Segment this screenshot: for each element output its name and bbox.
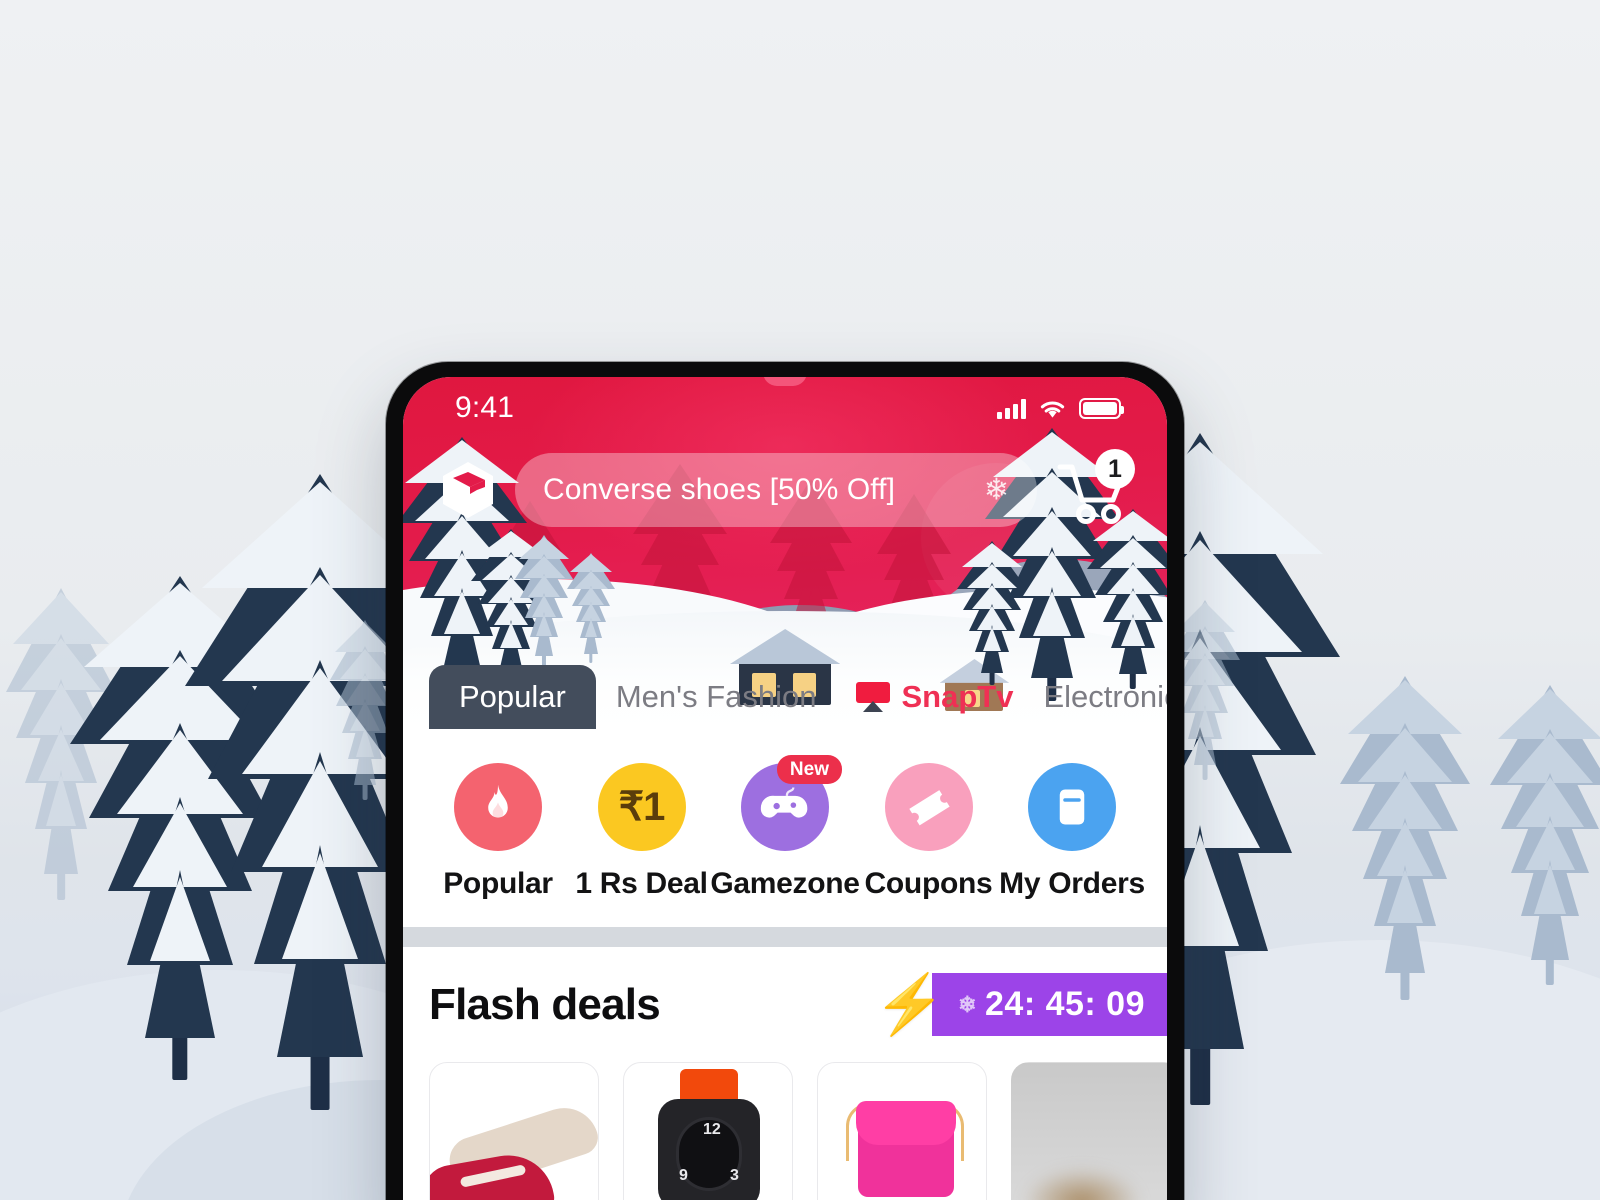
tab-snaptv[interactable]: SnapTv bbox=[836, 665, 1023, 729]
search-input[interactable]: Converse shoes [50% Off] ❄ bbox=[515, 453, 1037, 527]
tab-label: Electronics bbox=[1043, 679, 1167, 714]
product-card-sneaker[interactable] bbox=[429, 1062, 599, 1200]
tv-icon bbox=[856, 682, 891, 712]
scene-snow-pine-icon bbox=[567, 553, 615, 663]
tab-popular[interactable]: Popular bbox=[429, 665, 596, 729]
flash-deals-title: Flash deals bbox=[429, 979, 661, 1029]
pine-tree-icon bbox=[1490, 685, 1600, 985]
flame-icon bbox=[454, 763, 542, 851]
tab-mens-fashion[interactable]: Men's Fashion bbox=[596, 665, 837, 729]
category-1-rs-deal[interactable]: ₹1 1 Rs Deal bbox=[571, 763, 713, 901]
category-gamezone[interactable]: New Gamezone bbox=[710, 755, 860, 901]
category-label: Popular bbox=[443, 867, 553, 900]
phone-device-frame: 9:41 Converse shoes [50% Off] ❄ 1 Popula… bbox=[386, 362, 1184, 1200]
package-box-icon bbox=[1028, 763, 1116, 851]
section-divider bbox=[403, 927, 1167, 947]
product-card-watch[interactable]: 12 9 3 bbox=[623, 1062, 793, 1200]
status-bar: 9:41 bbox=[403, 377, 1167, 439]
tab-electronics[interactable]: Electronics bbox=[1023, 665, 1167, 729]
countdown-value: 24: 45: 09 bbox=[985, 985, 1145, 1023]
flash-deals-card-row: 12 9 3 bbox=[403, 1036, 1167, 1200]
category-label: Gamezone bbox=[710, 867, 860, 900]
snapdeal-box-logo-icon[interactable] bbox=[439, 460, 497, 520]
phone-screen: 9:41 Converse shoes [50% Off] ❄ 1 Popula… bbox=[403, 377, 1167, 1200]
flash-deals-timer-group: ⚡ ❄ 24: 45: 09 bbox=[874, 973, 1167, 1036]
pine-tree-icon bbox=[1340, 676, 1470, 1000]
lightning-bolt-icon: ⚡ bbox=[873, 971, 947, 1037]
category-label: My Orders bbox=[999, 867, 1145, 900]
new-badge: New bbox=[776, 755, 842, 784]
tab-label: Popular bbox=[459, 679, 566, 714]
ticket-icon bbox=[884, 763, 973, 851]
cart-button[interactable]: 1 bbox=[1055, 449, 1135, 527]
tab-label: Men's Fashion bbox=[615, 679, 817, 714]
scene-snow-pine-icon bbox=[515, 535, 573, 667]
category-popular[interactable]: Popular bbox=[427, 763, 569, 901]
quick-category-row: Popular ₹1 1 Rs Deal New Gamezone Coupon… bbox=[403, 729, 1167, 927]
status-time: 9:41 bbox=[455, 391, 515, 424]
flash-deals-section: Flash deals ⚡ ❄ 24: 45: 09 12 9 3 bbox=[403, 947, 1167, 1200]
cart-badge-count: 1 bbox=[1095, 449, 1135, 489]
category-coupons[interactable]: Coupons bbox=[858, 763, 1000, 901]
rupee-coin-icon: ₹1 bbox=[597, 763, 686, 851]
category-label: Coupons bbox=[864, 867, 993, 900]
tab-label: SnapTv bbox=[901, 679, 1014, 714]
category-my-orders[interactable]: My Orders bbox=[999, 763, 1145, 901]
category-tab-bar: Popular Men's Fashion SnapTv Electronics bbox=[403, 665, 1167, 729]
snowflake-icon: ❄ bbox=[983, 473, 1009, 507]
category-label: 1 Rs Deal bbox=[575, 867, 708, 900]
status-icon-group bbox=[997, 397, 1124, 419]
product-card-placeholder[interactable] bbox=[1011, 1062, 1167, 1200]
snowflake-icon: ❄ bbox=[958, 991, 977, 1017]
flash-deals-header: Flash deals ⚡ ❄ 24: 45: 09 bbox=[403, 973, 1167, 1036]
search-input-value: Converse shoes [50% Off] bbox=[543, 473, 896, 506]
signal-bars-icon bbox=[997, 398, 1026, 419]
product-card-handbag[interactable] bbox=[817, 1062, 987, 1200]
battery-icon bbox=[1079, 397, 1124, 419]
countdown-timer: ❄ 24: 45: 09 bbox=[932, 973, 1167, 1036]
rupee-glyph: ₹1 bbox=[618, 785, 666, 829]
header-search-row: Converse shoes [50% Off] ❄ 1 bbox=[403, 439, 1167, 527]
wifi-icon bbox=[1039, 399, 1066, 419]
